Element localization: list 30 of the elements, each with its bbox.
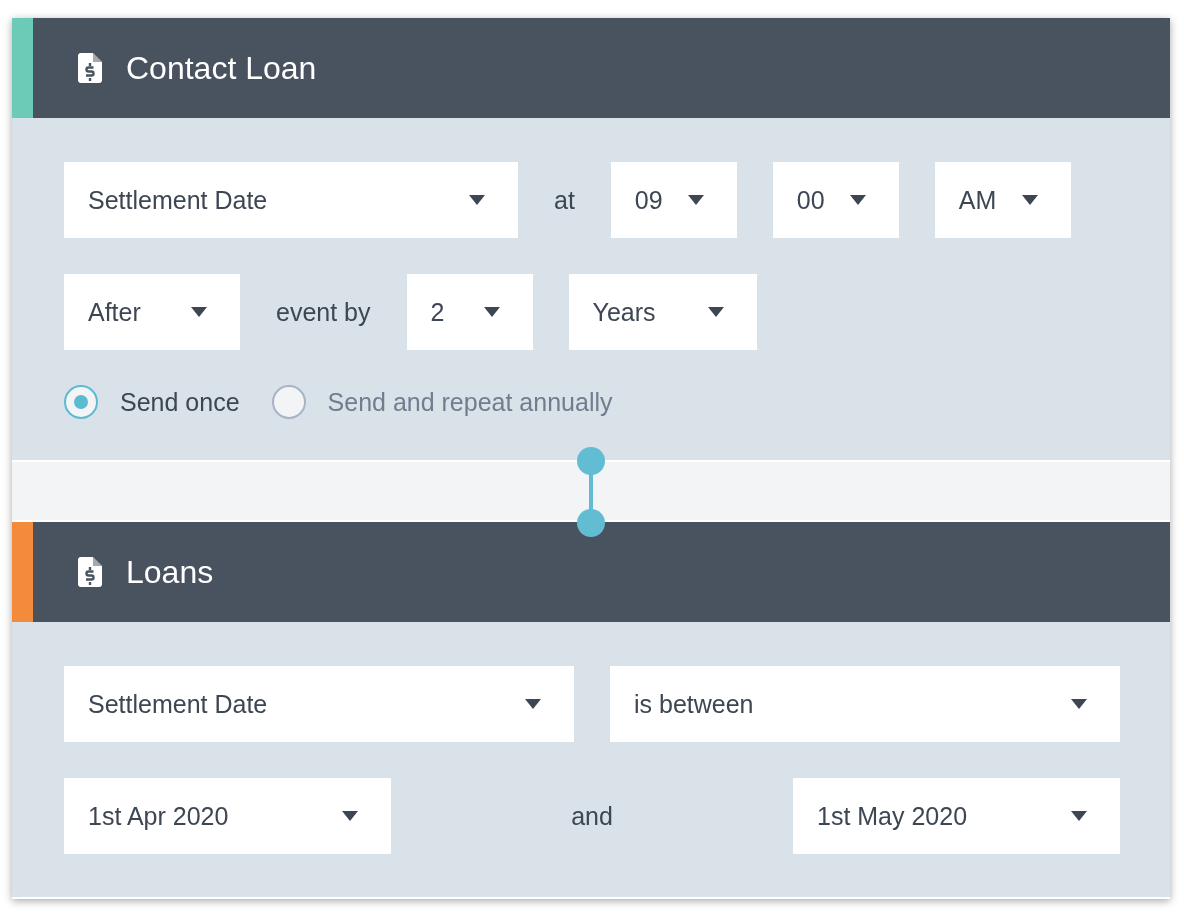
dropdown[interactable]: 2 (406, 274, 533, 350)
dropdown[interactable]: 00 (772, 162, 899, 238)
dropdown[interactable]: 1st May 2020 (793, 778, 1120, 854)
dropdown[interactable]: Settlement Date (64, 162, 518, 238)
document-dollar-icon (78, 557, 102, 587)
radio-option[interactable]: Send once (64, 385, 240, 419)
card-title: Contact Loan (126, 49, 317, 87)
caret-icon (525, 699, 541, 709)
dropdown[interactable]: 09 (610, 162, 737, 238)
dropdown[interactable]: 1st Apr 2020 (64, 778, 391, 854)
card-title: Loans (126, 553, 214, 591)
dropdown[interactable]: Years (568, 274, 757, 350)
connector-label: and (571, 801, 613, 831)
document-dollar-icon (78, 53, 102, 83)
caret-icon (849, 195, 866, 205)
dropdown[interactable]: AM (934, 162, 1071, 238)
dropdown[interactable]: Settlement Date (64, 666, 574, 742)
connector-label: event by (276, 297, 371, 327)
caret-icon (191, 307, 207, 317)
caret-icon (707, 307, 724, 317)
caret-icon (687, 195, 704, 205)
caret-icon (342, 811, 358, 821)
connector-label: at (554, 185, 575, 215)
caret-icon (1021, 195, 1038, 205)
caret-icon (483, 307, 500, 317)
caret-icon (469, 195, 485, 205)
dropdown[interactable]: After (64, 274, 240, 350)
caret-icon (1071, 699, 1087, 709)
dropdown[interactable]: is between (610, 666, 1120, 742)
caret-icon (1071, 811, 1087, 821)
